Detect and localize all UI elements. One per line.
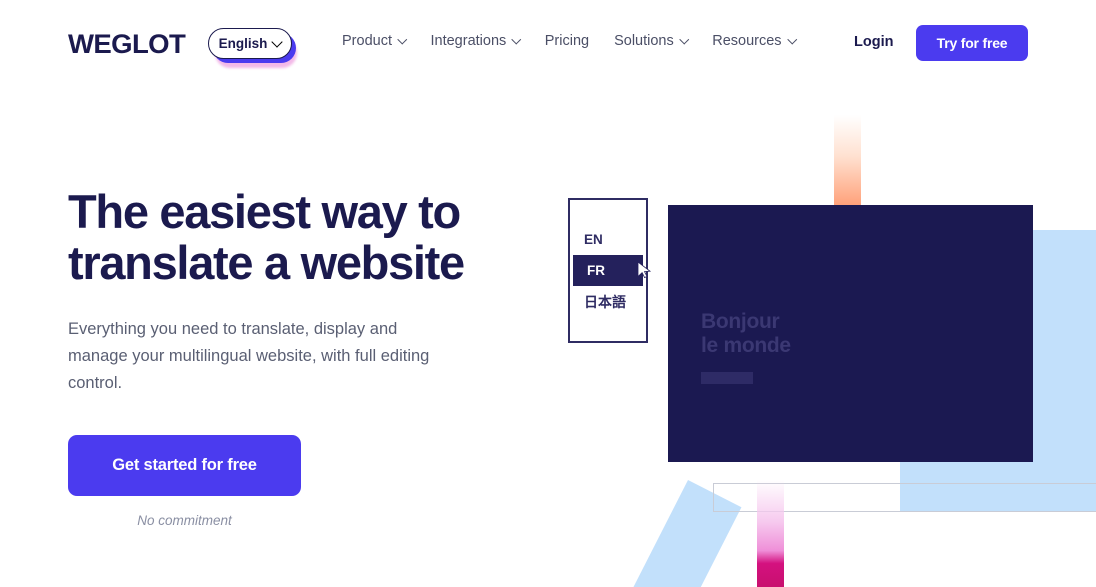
preview-placeholder-bar xyxy=(701,372,753,384)
nav-label-product: Product xyxy=(342,33,392,49)
weglot-landing-page: WEGLOT English Product Integrations Pric… xyxy=(0,0,1096,587)
nav-item-product[interactable]: Product xyxy=(342,33,407,49)
get-started-button[interactable]: Get started for free xyxy=(68,435,301,496)
chevron-down-icon xyxy=(787,34,797,44)
illustration-language-label-fr: FR xyxy=(587,263,605,278)
illustration-language-label-en: EN xyxy=(584,232,603,247)
try-for-free-button[interactable]: Try for free xyxy=(916,25,1028,61)
chevron-down-icon xyxy=(271,35,284,48)
language-selector-pill[interactable]: English xyxy=(208,28,292,59)
nav-item-resources[interactable]: Resources xyxy=(712,33,797,49)
language-selector[interactable]: English xyxy=(208,28,297,68)
nav-label-pricing: Pricing xyxy=(544,33,590,49)
site-header: WEGLOT English Product Integrations Pric… xyxy=(0,0,1096,86)
translated-page-preview-card: Bonjour le monde xyxy=(668,205,1033,462)
weglot-logo[interactable]: WEGLOT xyxy=(68,29,186,60)
chevron-down-icon xyxy=(511,34,522,44)
decorative-orange-bar xyxy=(834,115,861,207)
illustration-language-option-fr[interactable]: FR xyxy=(573,255,652,286)
nav-item-integrations[interactable]: Integrations xyxy=(430,33,522,49)
hero-illustration: EN FR 日本語 Bonjour le monde xyxy=(540,0,1096,587)
login-link[interactable]: Login xyxy=(854,34,893,50)
hero-subtitle: Everything you need to translate, displa… xyxy=(68,320,430,392)
nav-label-integrations: Integrations xyxy=(430,33,507,49)
decorative-pink-bar xyxy=(757,480,784,587)
nav-label-resources: Resources xyxy=(712,33,782,49)
illustration-language-option-ja[interactable]: 日本語 xyxy=(570,286,646,317)
illustration-language-option-en[interactable]: EN xyxy=(570,224,646,255)
nav-label-solutions: Solutions xyxy=(614,33,674,49)
preview-greeting: Bonjour le monde xyxy=(701,310,791,358)
language-selector-label: English xyxy=(218,36,268,51)
chevron-down-icon xyxy=(679,34,689,44)
nav-item-solutions[interactable]: Solutions xyxy=(614,33,689,49)
preview-greeting-line1: Bonjour xyxy=(701,310,780,333)
hero-headline: The easiest way to translate a website xyxy=(68,185,465,289)
no-commitment-note: No commitment xyxy=(137,513,232,528)
illustration-language-switcher[interactable]: EN FR 日本語 xyxy=(568,198,652,343)
preview-greeting-line2: le monde xyxy=(701,334,791,357)
chevron-down-icon xyxy=(397,34,407,44)
nav-item-pricing[interactable]: Pricing xyxy=(545,33,589,49)
illustration-language-label-ja: 日本語 xyxy=(584,293,626,310)
hero-content: The easiest way to translate a website E… xyxy=(68,186,518,528)
main-navigation: Product Integrations Pricing Solutions R… xyxy=(342,33,797,49)
